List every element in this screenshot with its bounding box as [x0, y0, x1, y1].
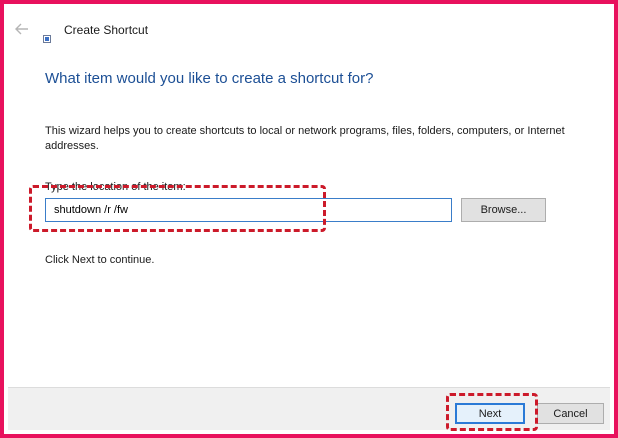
cancel-button[interactable]: Cancel [537, 403, 604, 424]
browse-button[interactable]: Browse... [461, 198, 546, 222]
location-input[interactable] [45, 198, 452, 222]
title-bar: Create Shortcut [8, 8, 610, 48]
location-label: Type the location of the item: [45, 181, 186, 193]
next-button[interactable]: Next [455, 403, 525, 424]
page-heading: What item would you like to create a sho… [45, 70, 374, 87]
wizard-description: This wizard helps you to create shortcut… [45, 125, 565, 152]
window-title: Create Shortcut [64, 23, 149, 37]
continue-instruction: Click Next to continue. [45, 254, 155, 266]
dialog-window: Create Shortcut What item would you like… [0, 0, 618, 438]
back-arrow-icon[interactable] [14, 21, 30, 37]
shortcut-icon [43, 30, 51, 43]
